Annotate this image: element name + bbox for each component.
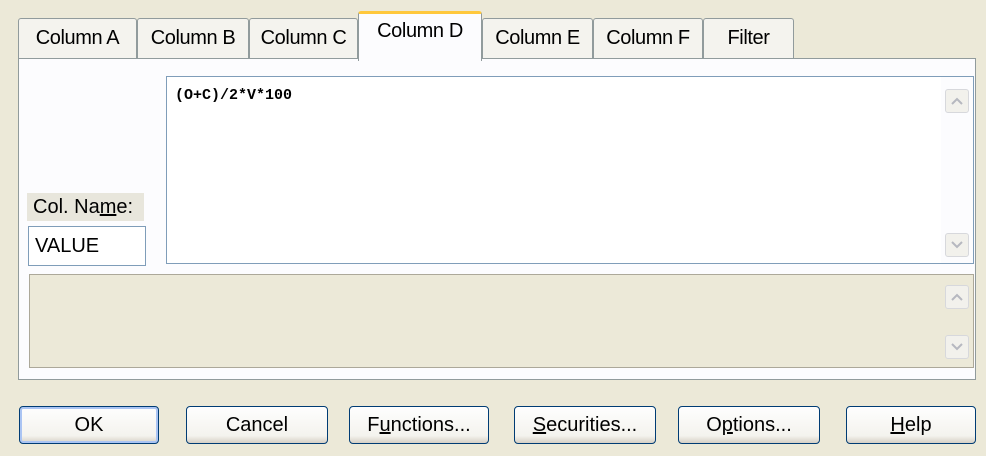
ok-button[interactable]: OK: [19, 406, 159, 444]
help-label-mnemonic: H: [890, 413, 905, 436]
options-label-mnemonic: p: [721, 413, 733, 436]
column-name-label-post: e:: [116, 195, 134, 218]
tab-column-f[interactable]: Column F: [593, 18, 703, 58]
formula-editor[interactable]: (O+C)/2*V*100: [166, 76, 974, 264]
column-name-label-mnemonic: m: [99, 195, 117, 218]
formula-text[interactable]: (O+C)/2*V*100: [175, 87, 292, 104]
help-button[interactable]: Help: [846, 406, 976, 444]
tab-column-e[interactable]: Column E: [482, 18, 593, 58]
chevron-down-icon[interactable]: [945, 233, 969, 257]
securities-label-mnemonic: S: [532, 413, 547, 436]
column-name-label-pre: Col. Na: [33, 195, 100, 218]
cancel-button[interactable]: Cancel: [186, 406, 328, 444]
help-label-post: elp: [904, 413, 932, 436]
chevron-up-icon[interactable]: [945, 285, 969, 309]
options-label-post: tions...: [732, 413, 792, 436]
tab-column-c[interactable]: Column C: [249, 18, 358, 58]
tab-column-d[interactable]: Column D: [358, 11, 482, 61]
tab-strip: Column A Column B Column C Column D Colu…: [18, 0, 978, 61]
securities-button[interactable]: Securities...: [514, 406, 656, 444]
tab-filter[interactable]: Filter: [703, 18, 794, 58]
options-button[interactable]: Op tions...: [678, 406, 820, 444]
formula-scrollbar[interactable]: [941, 77, 973, 263]
tab-column-b[interactable]: Column B: [137, 18, 249, 58]
options-label-pre: O: [706, 413, 722, 436]
chevron-down-icon[interactable]: [945, 335, 969, 359]
functions-button[interactable]: Fu nctions...: [349, 406, 489, 444]
securities-label-post: ecurities...: [546, 413, 638, 436]
functions-label-mnemonic: u: [379, 413, 391, 436]
column-name-label: Col. Na m e:: [27, 193, 144, 221]
chevron-up-icon[interactable]: [945, 89, 969, 113]
functions-label-pre: F: [367, 413, 380, 436]
functions-label-post: nctions...: [390, 413, 471, 436]
description-box: [29, 274, 974, 368]
column-name-input[interactable]: [28, 226, 146, 266]
tab-column-a[interactable]: Column A: [18, 18, 137, 58]
